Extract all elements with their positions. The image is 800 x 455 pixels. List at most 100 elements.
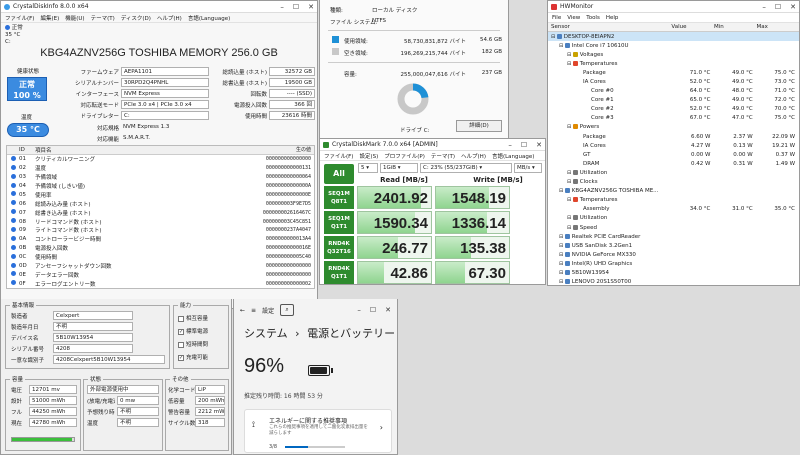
smart-row[interactable]: 04 予備領域 (しきい値) 00000000000000A <box>7 182 314 191</box>
hwm-sensor-row[interactable]: ⊟ Voltages <box>548 50 799 59</box>
hwm-sensor-row[interactable]: ⊟ USB SanDisk 3.2Gen1 <box>548 241 799 250</box>
hwm-sensor-row[interactable]: ⊟ Clocks <box>548 178 799 187</box>
expand-toggle-icon[interactable]: ⊟ <box>567 225 573 231</box>
expand-toggle-icon[interactable]: ⊟ <box>567 170 573 176</box>
hwm-sensor-row[interactable]: ⊟ KBG4AZNV256G TOSHIBA ME... <box>548 187 799 196</box>
hwm-sensor-row[interactable]: IA Cores 52.0 °C 49.0 °C 73.0 °C <box>548 77 799 86</box>
menu-edit[interactable]: 編集(E) <box>40 14 59 22</box>
smart-col-name[interactable]: 項目名 <box>35 146 224 154</box>
count-select[interactable]: 5 ▾ <box>358 163 378 173</box>
hwm-sensor-row[interactable]: Core #2 52.0 °C 49.0 °C 70.0 °C <box>548 105 799 114</box>
hwm-sensor-row[interactable]: GT 0.00 W 0.00 W 0.37 W <box>548 150 799 159</box>
cdm-menu-help[interactable]: ヘルプ(H) <box>461 152 486 160</box>
cdm-test-button[interactable]: RND4K Q1T1 <box>324 261 354 284</box>
smart-col-id[interactable]: ID <box>19 147 35 153</box>
cdm-menu-theme[interactable]: テーマ(T) <box>431 152 455 160</box>
smart-row[interactable]: 05 使用率 00000000000000E <box>7 190 314 199</box>
hwm-sensor-row[interactable]: ⊟ Intel Core i7 10610U <box>548 41 799 50</box>
expand-toggle-icon[interactable]: ⊟ <box>559 252 565 258</box>
capability-checkbox[interactable]: ✓ <box>178 354 184 361</box>
capability-checkbox[interactable] <box>178 315 184 322</box>
hwm-sensor-row[interactable]: Core #3 67.0 °C 47.0 °C 75.0 °C <box>548 114 799 123</box>
hwm-sensor-row[interactable]: ⊟ Utilization <box>548 214 799 223</box>
hwm-minimize-button[interactable]: – <box>762 3 766 11</box>
hwm-maximize-button[interactable]: ☐ <box>775 3 781 11</box>
smart-row[interactable]: 0A コントローラービジー時間 0000000000013A4 <box>7 235 314 244</box>
hwm-sensor-row[interactable]: IA Cores 4.27 W 0.13 W 19.21 W <box>548 141 799 150</box>
hwm-sensor-row[interactable]: ⊟ DESKTOP-8EIAPN2 <box>548 32 799 42</box>
cdm-test-button[interactable]: SEQ1M Q8T1 <box>324 186 354 209</box>
cdm-menu-file[interactable]: ファイル(F) <box>324 152 353 160</box>
drive-selector[interactable]: 正常 35 °C C: <box>5 25 23 46</box>
smart-row[interactable]: 0E データエラー回数 000000000000000 <box>7 270 314 279</box>
expand-toggle-icon[interactable]: ⊟ <box>567 215 573 221</box>
hwm-sensor-row[interactable]: ⊟ Temperatures <box>548 59 799 68</box>
cdm-menu-settings[interactable]: 設定(S) <box>359 152 378 160</box>
smart-row[interactable]: 0C 使用時間 000000000005C40 <box>7 253 314 262</box>
hwm-menu-help[interactable]: Help <box>606 15 619 21</box>
cdm-maximize-button[interactable]: ☐ <box>521 141 527 149</box>
hwm-sensor-row[interactable]: ⊟ LENOVO 20S1S50T00 <box>548 278 799 285</box>
all-button[interactable]: All <box>324 164 354 184</box>
smart-row[interactable]: 0D アンセーフシャットダウン回数 000000000000000 <box>7 262 314 271</box>
breadcrumb-system[interactable]: システム <box>244 327 288 340</box>
settings-close-button[interactable]: ✕ <box>385 306 391 314</box>
hwm-sensor-row[interactable]: ⊟ Intel(R) UHD Graphics <box>548 259 799 268</box>
close-button[interactable]: ✕ <box>308 3 314 11</box>
expand-toggle-icon[interactable]: ⊟ <box>551 34 557 40</box>
smart-row[interactable]: 09 ライトコマンド数 (ホスト) 0000000237A4047 <box>7 226 314 235</box>
menu-disk[interactable]: ディスク(D) <box>121 14 151 22</box>
hwm-sensor-row[interactable]: DRAM 0.42 W 0.31 W 1.49 W <box>548 159 799 168</box>
expand-toggle-icon[interactable]: ⊟ <box>567 124 573 130</box>
size-select[interactable]: 1GiB ▾ <box>380 163 418 173</box>
menu-file[interactable]: ファイル(F) <box>5 14 34 22</box>
maximize-button[interactable]: ☐ <box>293 3 299 11</box>
cdm-test-button[interactable]: RND4K Q32T16 <box>324 236 354 259</box>
capability-checkbox[interactable] <box>178 341 184 348</box>
smart-row[interactable]: 01 クリティカルワーニング 000000000000000 <box>7 155 314 164</box>
hwm-sensor-row[interactable]: ⊟ NVIDIA GeForce MX330 <box>548 250 799 259</box>
smart-col-raw[interactable]: 生の値 <box>224 146 314 153</box>
menu-icon[interactable]: ≡ <box>251 307 256 314</box>
hwm-sensor-row[interactable]: ⊟ Powers <box>548 123 799 132</box>
expand-toggle-icon[interactable]: ⊟ <box>567 61 573 67</box>
energy-recommendation-card[interactable]: ⟟ エネルギーに関する推奨事項 これらの推奨事項を適用して二酸化炭素排出量を減ら… <box>244 409 392 453</box>
cdm-menu-language[interactable]: 言語(Language) <box>492 152 534 160</box>
hwm-sensor-row[interactable]: ⊟ Realtek PCIE CardReader <box>548 232 799 241</box>
hwm-col-sensor[interactable]: Sensor <box>548 24 671 30</box>
menu-theme[interactable]: テーマ(T) <box>91 14 115 22</box>
settings-minimize-button[interactable]: – <box>357 306 361 314</box>
expand-toggle-icon[interactable]: ⊟ <box>559 243 565 249</box>
unit-select[interactable]: MB/s ▾ <box>514 163 542 173</box>
temp-badge[interactable]: 35 °C <box>7 123 49 137</box>
expand-toggle-icon[interactable]: ⊟ <box>567 197 573 203</box>
menu-language[interactable]: 言語(Language) <box>188 14 230 22</box>
expand-toggle-icon[interactable]: ⊟ <box>559 188 565 194</box>
smart-row[interactable]: 03 予備領域 000000000000064 <box>7 173 314 182</box>
smart-row[interactable]: 07 総書き込み量 (ホスト) 000000002616467C <box>7 208 314 217</box>
hwm-sensor-row[interactable]: ⊟ 5B10W13954 <box>548 268 799 277</box>
hwm-sensor-row[interactable]: ⊟ Utilization <box>548 168 799 177</box>
hwm-sensor-row[interactable]: ⊟ Speed <box>548 223 799 232</box>
hwm-menu-tools[interactable]: Tools <box>586 15 600 21</box>
smart-row[interactable]: 0B 電源投入回数 00000000000016E <box>7 244 314 253</box>
cdm-test-button[interactable]: SEQ1M Q1T1 <box>324 211 354 234</box>
expand-toggle-icon[interactable]: ⊟ <box>559 234 565 240</box>
expand-toggle-icon[interactable]: ⊟ <box>559 261 565 267</box>
minimize-button[interactable]: – <box>280 3 284 11</box>
menu-help[interactable]: ヘルプ(H) <box>157 14 182 22</box>
cdm-minimize-button[interactable]: – <box>508 141 512 149</box>
cdm-close-button[interactable]: ✕ <box>536 141 542 149</box>
health-badge[interactable]: 正常 100 % <box>7 77 47 101</box>
hwm-col-min[interactable]: Min <box>714 24 757 30</box>
hwm-sensor-row[interactable]: Package 6.60 W 2.37 W 22.09 W <box>548 132 799 141</box>
smart-table[interactable]: ID 項目名 生の値 01 クリティカルワーニング 000000000000000 0… <box>6 145 315 290</box>
smart-row[interactable]: 02 温度 000000000000131 <box>7 164 314 173</box>
details-button[interactable]: 詳細(D) <box>456 120 502 132</box>
hwm-col-value[interactable]: Value <box>671 24 714 30</box>
hwm-tree[interactable]: ⊟ DESKTOP-8EIAPN2 ⊟ Intel Core i7 10610U ⊟… <box>548 32 799 285</box>
menu-function[interactable]: 機能(U) <box>65 14 84 22</box>
settings-maximize-button[interactable]: ☐ <box>370 306 376 314</box>
expand-toggle-icon[interactable]: ⊟ <box>567 52 573 58</box>
smart-row[interactable]: 06 総読み込み量 (ホスト) 000000003F9E7D5 <box>7 199 314 208</box>
